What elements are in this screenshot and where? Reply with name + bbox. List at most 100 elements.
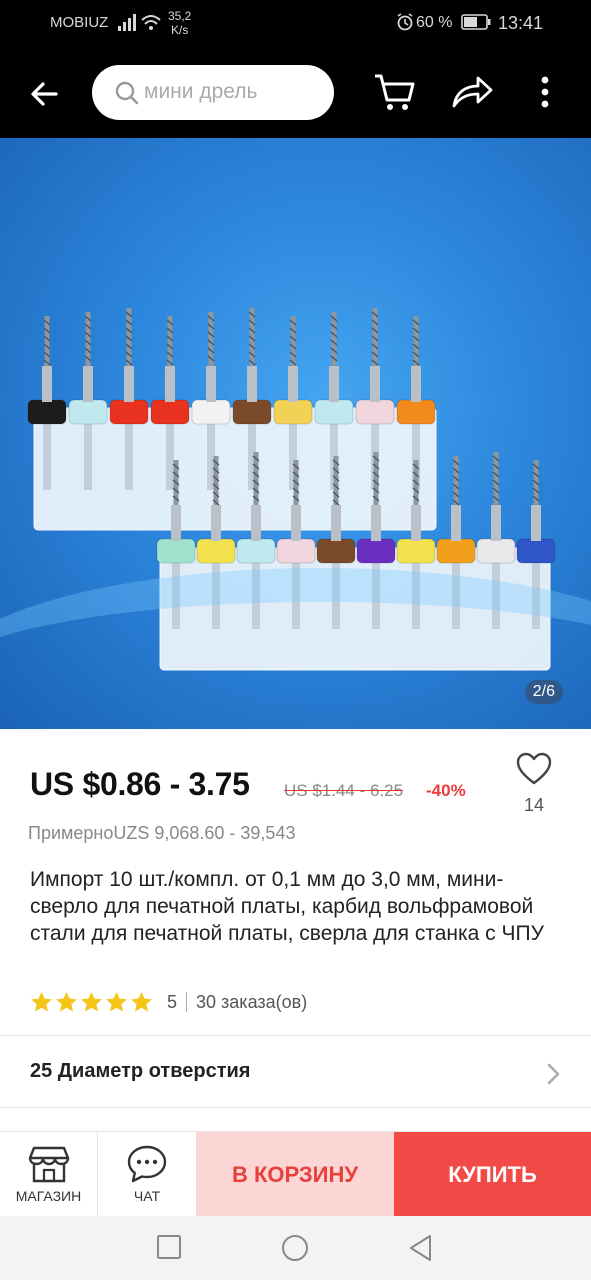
drill-shank bbox=[43, 420, 51, 490]
drill-cap bbox=[196, 538, 236, 564]
variant-label: 25 Диаметр отверстия bbox=[30, 1060, 251, 1082]
drill-shank bbox=[84, 420, 92, 490]
cart-icon[interactable] bbox=[372, 70, 416, 119]
price-row: US $0.86 - 3.75 US $1.44 - 6.25 -40% bbox=[30, 766, 500, 810]
drill-neck bbox=[371, 505, 381, 541]
system-nav-bar bbox=[0, 1216, 591, 1280]
rating-divider bbox=[186, 992, 188, 1012]
drill-cap bbox=[276, 538, 316, 564]
store-icon bbox=[28, 1144, 70, 1184]
drill-neck bbox=[411, 505, 421, 541]
search-bar[interactable] bbox=[92, 65, 334, 120]
drill-cap bbox=[109, 399, 149, 425]
more-vertical-icon[interactable] bbox=[538, 72, 552, 117]
drill-neck bbox=[251, 505, 261, 541]
drill-shank bbox=[125, 420, 133, 490]
drill-cap bbox=[476, 538, 516, 564]
drill-cap bbox=[156, 538, 196, 564]
wishlist-count: 14 bbox=[523, 795, 545, 815]
drill-neck bbox=[211, 505, 221, 541]
home-icon[interactable] bbox=[281, 1234, 309, 1267]
drill-cap bbox=[396, 538, 436, 564]
drill-cap bbox=[314, 399, 354, 425]
drill-shank bbox=[166, 420, 174, 490]
drill-neck bbox=[124, 366, 134, 402]
drill-neck bbox=[83, 366, 93, 402]
drill-neck bbox=[370, 366, 380, 402]
search-icon bbox=[114, 80, 140, 111]
drill-cap bbox=[436, 538, 476, 564]
drill-neck bbox=[531, 505, 541, 541]
drill-cap bbox=[316, 538, 356, 564]
signal-icon bbox=[118, 12, 162, 36]
chevron-right-icon bbox=[546, 1062, 562, 1091]
star-icon bbox=[81, 991, 102, 1012]
alarm-icon bbox=[396, 13, 414, 35]
wishlist-button[interactable]: 14 bbox=[514, 752, 554, 816]
drill-neck bbox=[165, 366, 175, 402]
battery-percent: 60 % bbox=[416, 14, 453, 31]
drill-neck bbox=[288, 366, 298, 402]
discount-badge: -40% bbox=[426, 781, 466, 800]
clock: 13:41 bbox=[498, 13, 544, 33]
drill-neck bbox=[331, 505, 341, 541]
top-app-bar bbox=[0, 46, 591, 138]
approx-price: ПримерноUZS 9,068.60 - 39,543 bbox=[28, 823, 296, 843]
price: US $0.86 - 3.75 bbox=[30, 766, 250, 802]
drill-neck bbox=[411, 366, 421, 402]
drill-cap bbox=[191, 399, 231, 425]
drill-neck bbox=[291, 505, 301, 541]
image-counter: 2/6 bbox=[524, 680, 563, 704]
store-button[interactable]: МАГАЗИН bbox=[0, 1132, 98, 1217]
star-icon bbox=[131, 991, 152, 1012]
star-icon bbox=[56, 991, 77, 1012]
chat-button[interactable]: ЧАТ bbox=[98, 1132, 196, 1217]
speed-unit: K/s bbox=[171, 23, 189, 37]
drill-neck bbox=[206, 366, 216, 402]
network-speed: 35,2 K/s bbox=[168, 9, 191, 37]
drill-cap bbox=[68, 399, 108, 425]
drill-cap bbox=[236, 538, 276, 564]
drill-neck bbox=[451, 505, 461, 541]
drill-neck bbox=[247, 366, 257, 402]
star-icon bbox=[106, 991, 127, 1012]
drill-cap bbox=[27, 399, 67, 425]
heart-icon bbox=[516, 752, 552, 790]
speed-value: 35,2 bbox=[168, 9, 192, 23]
drill-cap bbox=[516, 538, 556, 564]
back-arrow-icon[interactable] bbox=[26, 74, 66, 114]
nav-back-icon[interactable] bbox=[408, 1234, 434, 1267]
drill-neck bbox=[491, 505, 501, 541]
star-icon bbox=[31, 991, 52, 1012]
rating-row[interactable]: 5 30 заказа(ов) bbox=[30, 988, 307, 1016]
chat-label: ЧАТ bbox=[133, 1188, 161, 1204]
drill-cap bbox=[396, 399, 436, 425]
store-label: МАГАЗИН bbox=[15, 1188, 82, 1204]
product-image-gallery[interactable]: 2/6 bbox=[0, 138, 591, 729]
drill-cap bbox=[355, 399, 395, 425]
share-icon[interactable] bbox=[450, 72, 494, 117]
chat-icon bbox=[126, 1144, 168, 1184]
orders-count: 30 заказа(ов) bbox=[196, 991, 308, 1012]
search-input[interactable] bbox=[144, 75, 324, 109]
old-price: US $1.44 - 6.25 bbox=[284, 781, 404, 800]
rating-stars bbox=[30, 991, 153, 1013]
drill-cap bbox=[150, 399, 190, 425]
divider bbox=[0, 1035, 591, 1036]
product-page: MOBIUZ 35,2 K/s 60 % 13:41 мини дрель 2/… bbox=[0, 0, 591, 1280]
bottom-action-bar: МАГАЗИН ЧАТ В КОРЗИНУ КУПИТЬ bbox=[0, 1131, 591, 1217]
divider bbox=[0, 1107, 591, 1108]
product-title: Импорт 10 шт./компл. от 0,1 мм до 3,0 мм… bbox=[30, 868, 544, 945]
recent-apps-icon[interactable] bbox=[156, 1234, 182, 1265]
background-swoosh bbox=[0, 568, 591, 729]
carrier-label: MOBIUZ bbox=[50, 14, 109, 31]
drill-cap bbox=[232, 399, 272, 425]
variant-selector[interactable]: 25 Диаметр отверстия bbox=[0, 1037, 591, 1107]
drill-neck bbox=[171, 505, 181, 541]
drill-neck bbox=[42, 366, 52, 402]
drill-cap bbox=[273, 399, 313, 425]
status-bar: MOBIUZ 35,2 K/s 60 % 13:41 bbox=[0, 0, 591, 46]
add-to-cart-button[interactable]: В КОРЗИНУ bbox=[196, 1132, 394, 1217]
buy-now-button[interactable]: КУПИТЬ bbox=[394, 1132, 591, 1217]
drill-neck bbox=[329, 366, 339, 402]
